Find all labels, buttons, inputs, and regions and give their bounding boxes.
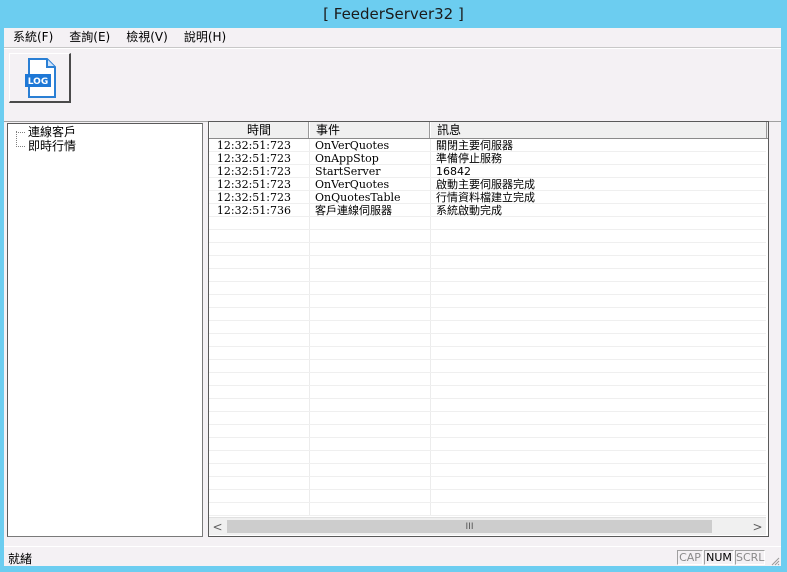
menu-system[interactable]: 系統(F) (4, 28, 60, 47)
cell-message: 啟動主要伺服器完成 (436, 178, 535, 191)
cell-message: 關閉主要伺服器 (436, 139, 513, 152)
horizontal-scrollbar[interactable]: < III > (209, 517, 766, 535)
log-file-icon: LOG (25, 58, 56, 98)
scroll-thumb-grip: III (465, 521, 474, 532)
column-header-message[interactable]: 訊息 (430, 122, 767, 138)
content-area: 連線客戶 即時行情 時間 事件 訊息 12:32:51:723 OnVerQuo… (4, 121, 781, 546)
tree-branch-line (16, 145, 25, 147)
cell-event: OnVerQuotes (315, 178, 390, 191)
main-window: 系統(F) 查詢(E) 檢視(V) 說明(H) LOG 連線客戶 即時行情 時間… (4, 28, 781, 566)
tree-view[interactable]: 連線客戶 即時行情 (7, 123, 203, 537)
cell-time: 12:32:51:723 (216, 152, 291, 165)
table-row[interactable]: 12:32:51:736 客戶連線伺服器 系統啟動完成 (209, 204, 766, 217)
cell-time: 12:32:51:723 (216, 165, 291, 178)
table-row[interactable]: 12:32:51:723 StartServer 16842 (209, 165, 766, 178)
cell-event: OnVerQuotes (315, 139, 390, 152)
table-row[interactable]: 12:32:51:723 OnVerQuotes 啟動主要伺服器完成 (209, 178, 766, 191)
tree-item-label: 即時行情 (28, 139, 77, 153)
cell-time: 12:32:51:723 (216, 139, 291, 152)
toolbar: LOG (4, 48, 781, 122)
cell-time: 12:32:51:723 (216, 191, 291, 204)
menu-help[interactable]: 說明(H) (175, 28, 233, 47)
table-row[interactable]: 12:32:51:723 OnQuotesTable 行情資料檔建立完成 (209, 191, 766, 204)
cell-event: OnAppStop (315, 152, 379, 165)
tree-item-label: 連線客戶 (28, 125, 77, 139)
cell-time: 12:32:51:736 (216, 204, 291, 217)
scroll-right-button[interactable]: > (749, 518, 766, 535)
column-header-event[interactable]: 事件 (309, 122, 430, 138)
scrl-indicator: SCRL (735, 550, 765, 565)
cell-message: 準備停止服務 (436, 152, 502, 165)
tree-item-clients[interactable]: 連線客戶 (16, 125, 76, 139)
menu-bar: 系統(F) 查詢(E) 檢視(V) 說明(H) (4, 28, 781, 48)
column-header-time[interactable]: 時間 (209, 122, 309, 138)
scroll-thumb[interactable]: III (227, 520, 712, 533)
cell-time: 12:32:51:723 (216, 178, 291, 191)
cell-event: 客戶連線伺服器 (315, 204, 392, 217)
scroll-left-button[interactable]: < (209, 518, 226, 535)
tree-item-realtime-quotes[interactable]: 即時行情 (16, 139, 76, 153)
list-body: 12:32:51:723 OnVerQuotes 關閉主要伺服器 12:32:5… (209, 139, 766, 516)
num-indicator: NUM (704, 550, 734, 565)
window-title: [ FeederServer32 ] (323, 5, 464, 23)
cell-event: StartServer (315, 165, 381, 178)
table-row[interactable]: 12:32:51:723 OnAppStop 準備停止服務 (209, 152, 766, 165)
cell-message: 系統啟動完成 (436, 204, 502, 217)
event-log-list[interactable]: 時間 事件 訊息 12:32:51:723 OnVerQuotes 關閉主要伺服… (208, 121, 769, 537)
list-header: 時間 事件 訊息 (209, 122, 768, 139)
table-row[interactable]: 12:32:51:723 OnVerQuotes 關閉主要伺服器 (209, 139, 766, 152)
status-text: 就緒 (8, 552, 33, 566)
cell-message: 行情資料檔建立完成 (436, 191, 535, 204)
cell-event: OnQuotesTable (315, 191, 401, 204)
tree-branch-line (16, 131, 25, 133)
log-button[interactable]: LOG (9, 53, 71, 103)
menu-view[interactable]: 檢視(V) (117, 28, 175, 47)
menu-query[interactable]: 查詢(E) (60, 28, 117, 47)
log-icon-label: LOG (28, 77, 48, 87)
status-bar: 就緒 CAP NUM SCRL (4, 546, 781, 567)
resize-grip-icon[interactable] (770, 556, 780, 566)
cap-indicator: CAP (677, 550, 703, 565)
cell-message: 16842 (436, 165, 471, 178)
